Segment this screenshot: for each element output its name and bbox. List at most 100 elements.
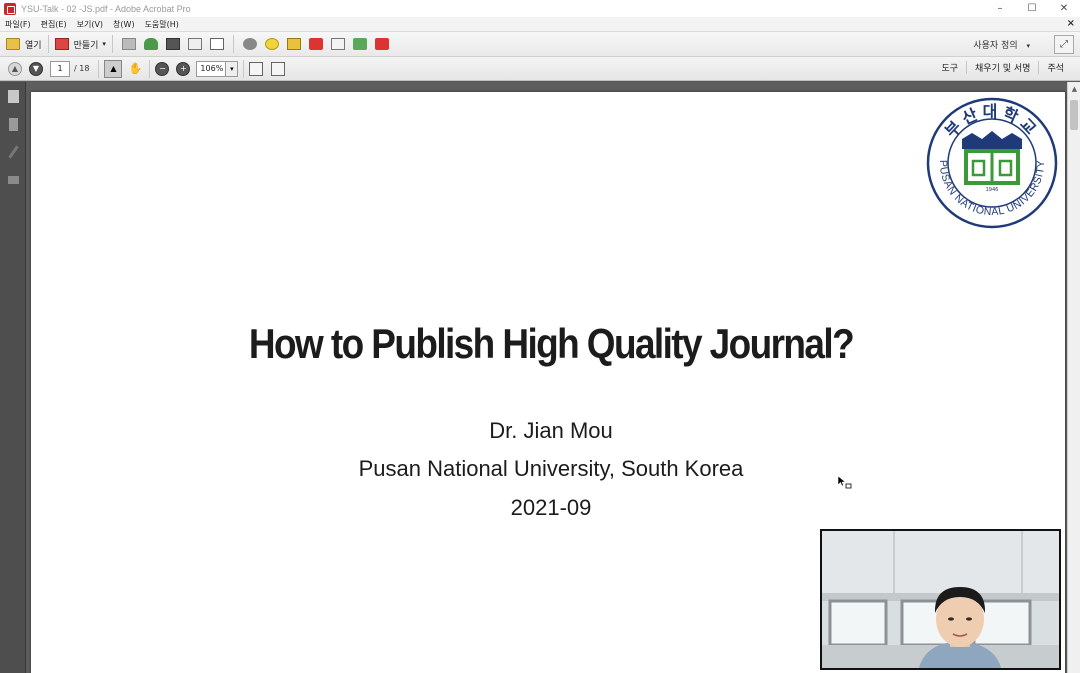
close-button[interactable]: ✕ (1048, 0, 1080, 17)
settings-button[interactable] (240, 34, 260, 54)
minimize-button[interactable]: – (984, 0, 1016, 17)
upload-button[interactable] (141, 34, 161, 54)
export-icon (352, 38, 367, 50)
logo-year: 1946 (986, 187, 999, 193)
minus-icon: − (159, 64, 166, 73)
email-button[interactable] (207, 34, 227, 54)
menu-help[interactable]: 도움말(H) (140, 19, 184, 30)
edit-button[interactable] (185, 34, 205, 54)
bookmarks-button[interactable] (5, 116, 21, 132)
print-button[interactable] (163, 34, 183, 54)
slide-author: Dr. Jian Mou (489, 418, 613, 443)
next-page-button[interactable]: ▼ (29, 61, 43, 76)
expand-icon: ⤢ (1060, 39, 1068, 50)
save-button[interactable] (119, 34, 139, 54)
close-document-icon[interactable]: × (1067, 18, 1075, 29)
menu-view[interactable]: 보기(V) (72, 19, 108, 30)
scroll-up-icon[interactable]: ▲ (1068, 82, 1080, 96)
signatures-button[interactable] (5, 172, 21, 188)
navigation-toolbar: ▲ ▼ 1 / 18 ▲ ✋ − + 106% ▾ 도구 채우기 및 서명 주석 (0, 57, 1080, 81)
menu-window[interactable]: 창(W) (108, 19, 140, 30)
webcam-video-overlay (820, 529, 1061, 670)
page-total: / 18 (74, 64, 90, 73)
open-button[interactable]: 열기 (6, 34, 42, 54)
tab-fill-sign[interactable]: 채우기 및 서명 (966, 61, 1038, 74)
create-pdf-icon (54, 38, 69, 50)
review-button[interactable] (328, 34, 348, 54)
sign-button[interactable] (306, 34, 326, 54)
open-label: 열기 (25, 40, 42, 51)
comment-button[interactable] (262, 34, 282, 54)
arrow-up-icon: ▲ (11, 64, 19, 73)
pages-icon (7, 89, 19, 103)
select-tool-button[interactable]: ▲ (104, 59, 123, 78)
university-seal-logo: 부산대학교 PUSAN NATIONAL UNIVERSITY 1946 (926, 97, 1058, 229)
toolbar-separator (149, 59, 151, 78)
window-title: YSU-Talk - 02 -JS.pdf - Adobe Acrobat Pr… (21, 3, 191, 14)
page-thumbnails-button[interactable] (5, 88, 21, 104)
webcam-feed-image (822, 531, 1059, 668)
stamp-button[interactable] (284, 34, 304, 54)
mail-icon (209, 38, 224, 50)
toolbar-separator (47, 35, 49, 53)
printer-icon (165, 38, 180, 50)
customize-label: 사용자 정의 (973, 41, 1018, 51)
menu-edit[interactable]: 편집(E) (36, 19, 72, 30)
chevron-down-icon: ▾ (230, 64, 234, 73)
speech-bubble-icon (264, 38, 279, 50)
menu-file[interactable]: 파일(F) (0, 19, 36, 30)
bookmark-icon (8, 117, 18, 131)
slide-title: How to Publish High Quality Journal? (248, 320, 855, 367)
menu-bar: 파일(F) 편집(E) 보기(V) 창(W) 도움말(H) × (0, 17, 1080, 32)
toolbar-separator (111, 35, 113, 53)
navigation-pane (0, 82, 26, 673)
plus-icon: + (180, 64, 187, 73)
chevron-down-icon: ▾ (1026, 42, 1030, 50)
hand-tool-button[interactable]: ✋ (126, 60, 144, 78)
create-button[interactable]: 만들기 ▾ (54, 34, 106, 54)
slide-affiliation: Pusan National University, South Korea (358, 456, 744, 481)
previous-page-button[interactable]: ▲ (8, 61, 22, 76)
attachments-button[interactable] (5, 144, 21, 160)
tab-tools[interactable]: 도구 (933, 61, 966, 74)
zoom-in-button[interactable]: + (176, 61, 191, 76)
export-button[interactable] (350, 34, 370, 54)
tab-comment[interactable]: 주석 (1038, 61, 1072, 74)
page-number-input[interactable]: 1 (50, 60, 70, 77)
hand-icon: ✋ (128, 62, 143, 75)
arrow-down-icon: ▼ (32, 64, 40, 73)
customize-dropdown[interactable]: 사용자 정의 ▾ (973, 38, 1030, 51)
slide-date: 2021-09 (510, 495, 592, 520)
fit-width-button[interactable] (271, 61, 286, 76)
expand-view-button[interactable]: ⤢ (1054, 35, 1074, 54)
scrollbar-thumb[interactable] (1070, 100, 1078, 130)
chevron-down-icon: ▾ (102, 40, 106, 48)
form-button[interactable] (372, 34, 392, 54)
create-label: 만들기 (73, 40, 99, 51)
paperclip-icon (7, 145, 19, 159)
zoom-level-input[interactable]: 106% (196, 60, 227, 77)
stamp-icon (286, 38, 301, 50)
cursor-arrow-icon: ▲ (110, 64, 117, 73)
form-icon (374, 38, 389, 50)
maximize-button[interactable]: ☐ (1016, 0, 1048, 17)
zoom-out-button[interactable]: − (155, 61, 170, 76)
vertical-scrollbar[interactable]: ▲ (1067, 82, 1080, 673)
folder-icon (6, 38, 20, 50)
fit-page-button[interactable] (249, 61, 264, 76)
acrobat-window: YSU-Talk - 02 -JS.pdf - Adobe Acrobat Pr… (0, 0, 1080, 673)
main-toolbar: 열기 만들기 ▾ 사용자 정의 ▾ ⤢ (0, 32, 1080, 57)
task-pane-tabs: 도구 채우기 및 서명 주석 (933, 61, 1072, 74)
acrobat-app-icon (4, 2, 16, 15)
save-icon (121, 38, 136, 50)
title-bar: YSU-Talk - 02 -JS.pdf - Adobe Acrobat Pr… (0, 0, 1080, 17)
mouse-cursor-icon (838, 476, 852, 489)
document-icon (330, 38, 345, 50)
zoom-dropdown-button[interactable]: ▾ (226, 60, 239, 77)
cloud-upload-icon (143, 38, 158, 50)
toolbar-separator (232, 35, 234, 53)
toolbar-separator (243, 59, 245, 78)
window-controls: – ☐ ✕ (984, 0, 1080, 17)
signature-icon (7, 176, 19, 184)
toolbar-separator (98, 59, 100, 78)
